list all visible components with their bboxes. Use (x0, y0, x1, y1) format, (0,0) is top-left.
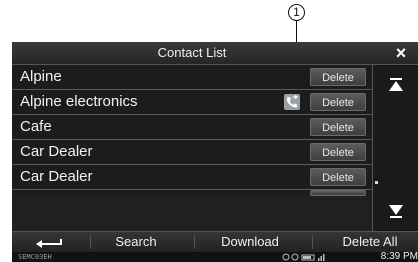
delete-button[interactable]: Delete (310, 143, 366, 161)
toolbar-divider (312, 235, 313, 249)
delete-button[interactable]: Delete (310, 68, 366, 86)
delete-button[interactable]: Delete (310, 118, 366, 136)
contact-list: Alpine Delete Alpine electronics Delete … (12, 65, 372, 196)
phone-sync-icon (284, 94, 300, 110)
delete-button-partial (310, 190, 366, 196)
scroll-down-button[interactable] (379, 195, 413, 225)
list-item[interactable]: Car Dealer Delete (12, 165, 372, 190)
scroll-position-indicator[interactable] (375, 181, 378, 184)
callout-number: 1 (288, 4, 305, 21)
list-item-partial (12, 190, 372, 196)
toolbar-divider (194, 235, 195, 249)
status-code: SEMC03EH (18, 253, 52, 261)
page-title: Contact List (157, 45, 227, 60)
search-button[interactable]: Search (92, 232, 180, 252)
down-arrow-icon (389, 205, 403, 215)
list-item[interactable]: Car Dealer Delete (12, 140, 372, 165)
toolbar-divider (90, 235, 91, 249)
contact-name: Cafe (20, 118, 52, 135)
contact-name: Alpine electronics (20, 93, 138, 110)
up-arrow-icon (389, 81, 403, 91)
return-arrow-icon (36, 239, 62, 248)
delete-button[interactable]: Delete (310, 93, 366, 111)
bottom-toolbar: Search Download Delete All (12, 231, 418, 252)
list-item[interactable]: Cafe Delete (12, 115, 372, 140)
status-bar: SEMC03EH 8:39 PM (12, 252, 418, 262)
contact-list-screen: Contact List × Alpine Delete Alpine elec… (12, 42, 418, 262)
delete-button[interactable]: Delete (310, 168, 366, 186)
contact-name: Car Dealer (20, 168, 93, 185)
list-item[interactable]: Alpine Delete (12, 65, 372, 90)
list-item[interactable]: Alpine electronics Delete (12, 90, 372, 115)
back-button[interactable] (12, 232, 88, 252)
scroll-top-bar-icon (390, 78, 402, 80)
status-icons (282, 252, 342, 262)
scroll-bottom-bar-icon (390, 216, 402, 218)
scroll-up-button[interactable] (379, 71, 413, 101)
status-time: 8:39 PM (380, 251, 418, 262)
contact-name: Car Dealer (20, 143, 93, 160)
scroll-column (372, 65, 418, 231)
close-button[interactable]: × (384, 42, 418, 64)
delete-all-button[interactable]: Delete All (322, 232, 418, 252)
contact-name: Alpine (20, 68, 62, 85)
title-bar: Contact List × (12, 42, 418, 65)
download-button[interactable]: Download (202, 232, 298, 252)
